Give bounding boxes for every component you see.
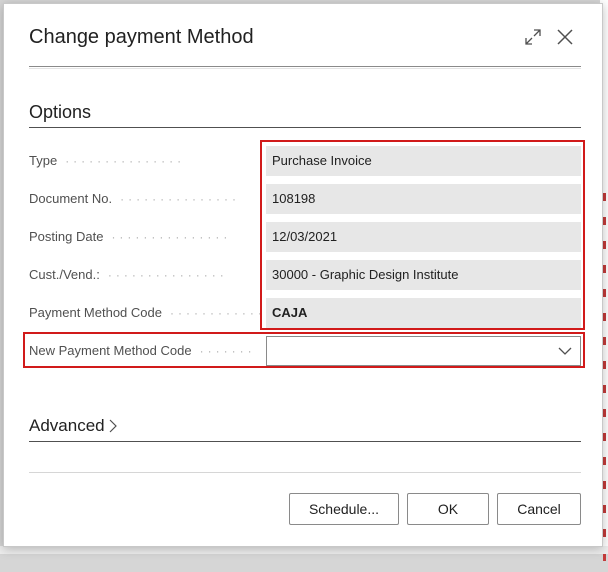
dialog-title: Change payment Method — [29, 26, 254, 48]
field-payment-method-code: Payment Method Code··············· CAJA — [29, 298, 581, 328]
advanced-divider — [29, 441, 581, 442]
expand-icon — [525, 29, 541, 45]
chevron-down-icon — [558, 347, 572, 355]
options-section-title: Options — [29, 102, 92, 122]
ok-button[interactable]: OK — [407, 493, 489, 525]
field-type-value: Purchase Invoice — [266, 146, 581, 176]
background-footer — [0, 546, 608, 554]
field-type: Type ··············· Purchase Invoice — [29, 146, 581, 176]
field-posting-date-value: 12/03/2021 — [266, 222, 581, 252]
footer-divider — [29, 472, 581, 473]
field-document-no: Document No. ··············· 108198 — [29, 184, 581, 214]
field-type-label: Type ··············· — [29, 153, 186, 168]
title-shadow-divider — [29, 68, 581, 69]
advanced-section-label: Advanced — [29, 416, 105, 435]
field-posting-date: Posting Date ··············· 12/03/2021 — [29, 222, 581, 252]
chevron-right-icon — [109, 419, 117, 433]
schedule-button[interactable]: Schedule... — [289, 493, 399, 525]
close-button[interactable] — [550, 22, 580, 52]
field-cust-vend-value: 30000 - Graphic Design Institute — [266, 260, 581, 290]
field-new-payment-method-code: New Payment Method Code ······· — [29, 336, 581, 366]
cancel-button[interactable]: Cancel — [497, 493, 581, 525]
options-divider — [29, 127, 581, 128]
field-document-no-value: 108198 — [266, 184, 581, 214]
expand-button[interactable] — [518, 22, 548, 52]
field-payment-method-code-value: CAJA — [266, 298, 581, 328]
field-posting-date-label: Posting Date ··············· — [29, 229, 232, 244]
field-cust-vend-label: Cust./Vend.: ··············· — [29, 267, 228, 282]
title-divider — [29, 66, 581, 67]
field-document-no-label: Document No. ··············· — [29, 191, 241, 206]
field-new-payment-method-code-label: New Payment Method Code ······· — [29, 343, 256, 358]
close-icon — [557, 29, 573, 45]
change-payment-method-dialog: Change payment Method Options Type ······… — [3, 3, 603, 547]
field-cust-vend: Cust./Vend.: ··············· 30000 - Grap… — [29, 260, 581, 290]
new-payment-method-code-select[interactable] — [266, 336, 581, 366]
field-payment-method-code-label: Payment Method Code··············· — [29, 305, 261, 320]
advanced-section-toggle[interactable]: Advanced — [29, 416, 117, 436]
